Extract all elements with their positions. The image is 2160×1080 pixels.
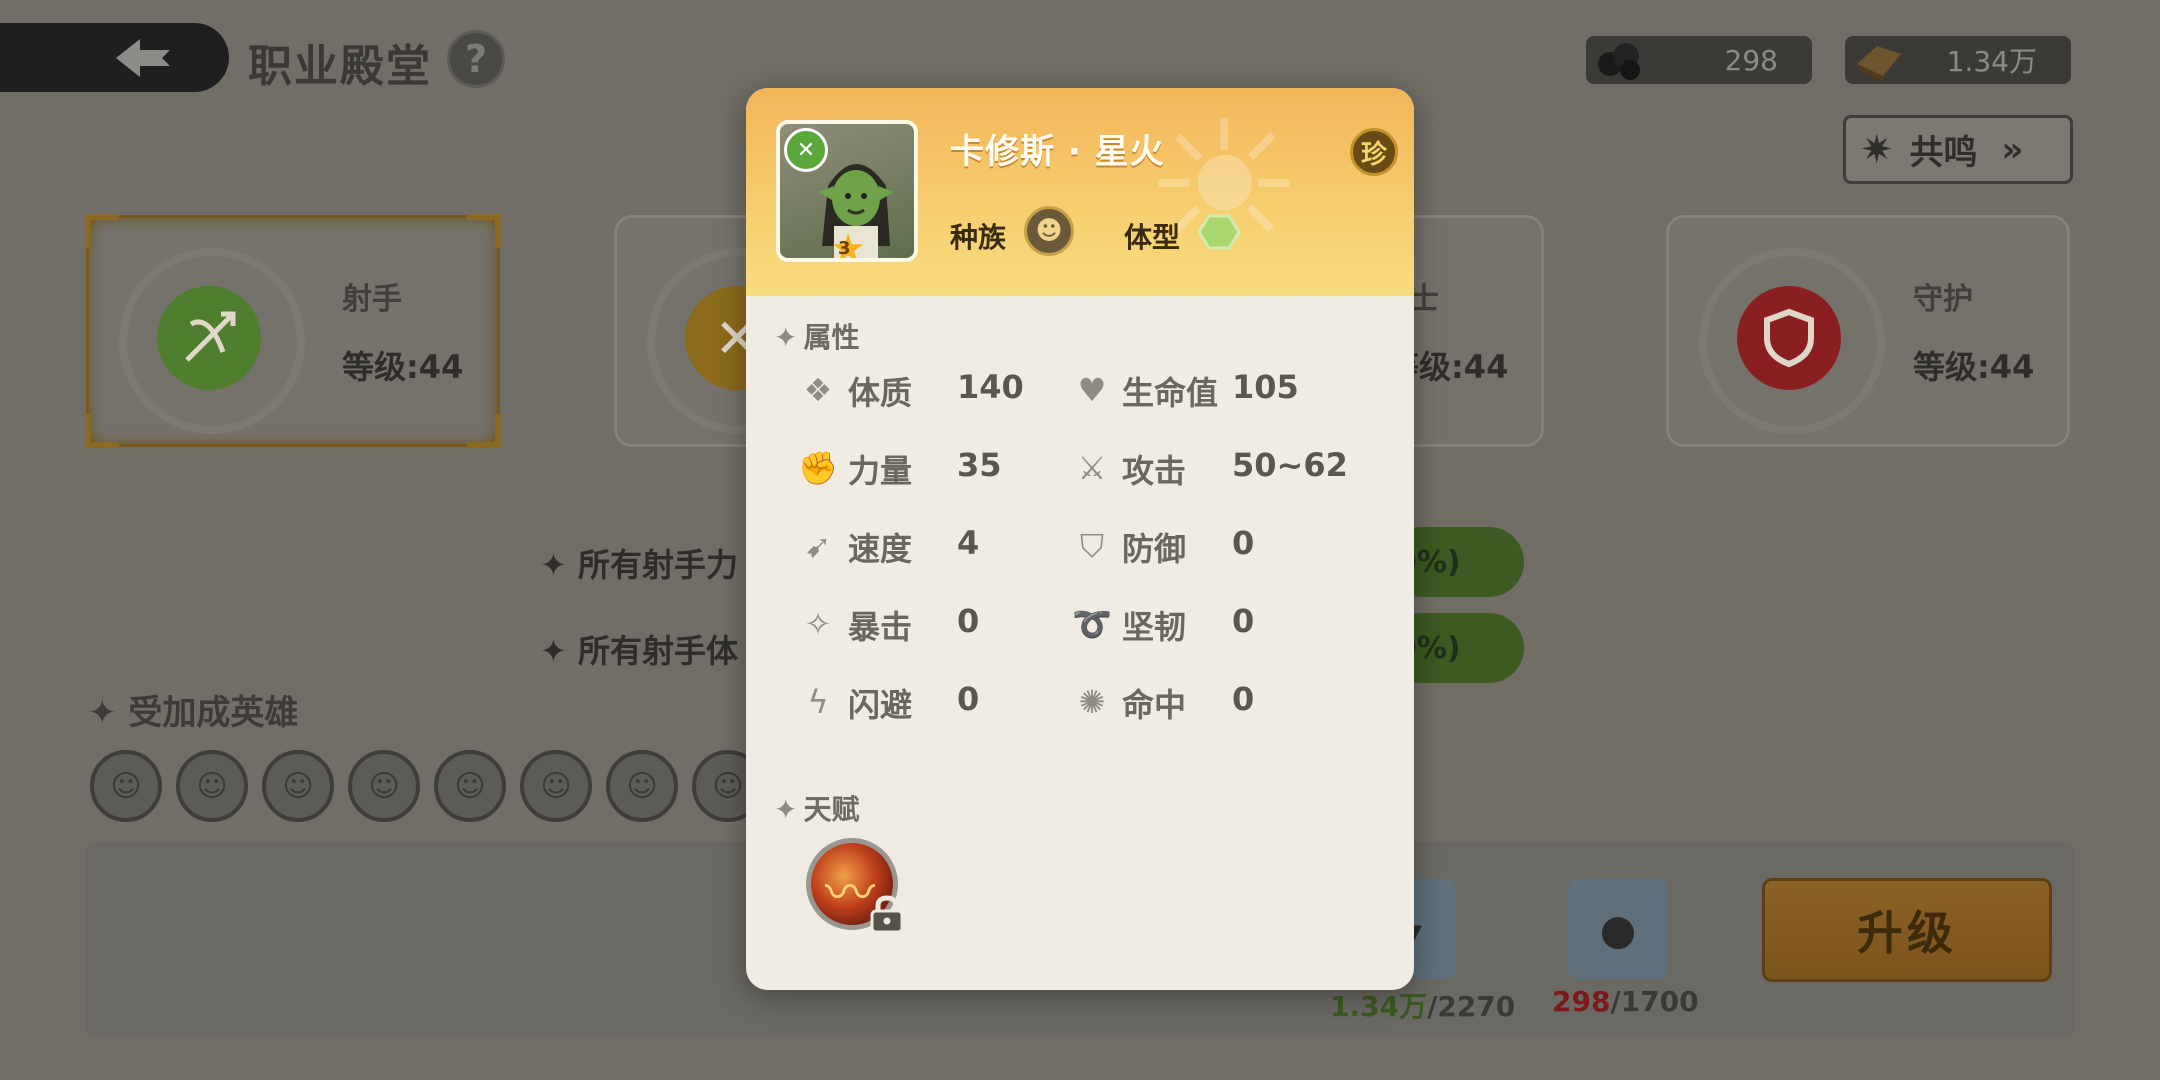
resonate-button[interactable]: ✷ 共鸣 » xyxy=(1843,115,2073,184)
stat-value: 4 xyxy=(957,524,980,562)
crit-icon: ✧ xyxy=(804,605,832,643)
hero-avatar[interactable]: ☺ xyxy=(348,750,420,822)
wood-resource: 1.34万 xyxy=(1845,36,2071,84)
ore-icon xyxy=(1594,34,1646,86)
help-button[interactable]: ? xyxy=(447,30,505,88)
ore-cost: 298/1700 xyxy=(1552,985,1699,1018)
hero-avatar[interactable]: ☺ xyxy=(176,750,248,822)
sparkle-icon: ✦ xyxy=(774,793,798,826)
star-level: 3 xyxy=(838,238,851,259)
upgrade-button[interactable]: 升级 xyxy=(1762,878,2052,982)
stat-value: 0 xyxy=(1232,680,1255,718)
hero-avatar[interactable]: ☺ xyxy=(520,750,592,822)
ore-resource: 298 xyxy=(1586,36,1812,84)
rarity-badge: 珍 xyxy=(1350,128,1398,176)
sparkle-icon: ✦ xyxy=(88,693,129,733)
class-name: 守护 xyxy=(1913,282,1973,317)
muscle-icon: ➰ xyxy=(1072,605,1112,643)
bow-icon xyxy=(157,286,261,390)
stat-label: 体质 xyxy=(848,374,913,412)
bonus-line-1: ✦ 所有射手力 xyxy=(540,546,738,584)
sun-emblem-icon: ☀ xyxy=(1143,88,1305,292)
race-icon[interactable]: ☻ xyxy=(1024,206,1074,256)
size-icon[interactable] xyxy=(1195,214,1243,250)
stat-label: 速度 xyxy=(848,530,913,568)
fist-icon: ✊ xyxy=(798,449,838,487)
class-name: 射手 xyxy=(342,282,402,317)
hero-name: 卡修斯 · 星火 xyxy=(950,132,1165,172)
stat-label: 生命值 xyxy=(1122,374,1219,412)
class-level: 等级:44 xyxy=(1913,348,2035,386)
hero-portrait: ✕ ★ 3 xyxy=(776,120,918,262)
wood-cost: 1.34万/2270 xyxy=(1330,990,1516,1023)
chevron-right-icon: » xyxy=(2001,129,2024,170)
stat-value: 35 xyxy=(957,446,1002,484)
class-card-archer[interactable]: 射手 等级:44 xyxy=(85,214,501,448)
attributes-title: ✦ 属性 xyxy=(774,321,860,354)
stat-label: 防御 xyxy=(1122,530,1187,568)
stat-value: 0 xyxy=(1232,524,1255,562)
hero-avatar[interactable]: ☺ xyxy=(262,750,334,822)
size-label: 体型 xyxy=(1124,221,1181,254)
boosted-heroes-title: ✦ 受加成英雄 xyxy=(88,693,299,733)
sparkle-icon: ✦ xyxy=(540,546,578,584)
heart-icon: ♥ xyxy=(1077,371,1107,409)
sparkle-icon: ✷ xyxy=(1860,126,1894,173)
ore-value: 298 xyxy=(1724,43,1778,77)
stat-label: 坚韧 xyxy=(1122,608,1187,646)
sword-icon: ⚔ xyxy=(1077,449,1107,487)
hero-avatar[interactable]: ☺ xyxy=(434,750,506,822)
resonate-label: 共鸣 xyxy=(1909,133,1978,173)
stat-label: 暴击 xyxy=(848,608,913,646)
lightning-icon: ϟ xyxy=(807,683,829,721)
bonus-line-2: ✦ 所有射手体 xyxy=(540,632,738,670)
target-icon: ✺ xyxy=(1078,683,1106,721)
hero-avatar[interactable]: ☺ xyxy=(90,750,162,822)
stat-value: 0 xyxy=(957,602,980,640)
stat-value: 50~62 xyxy=(1232,446,1348,484)
stat-label: 力量 xyxy=(848,452,913,490)
stat-label: 命中 xyxy=(1122,686,1187,724)
talent-title: ✦ 天赋 xyxy=(774,793,860,826)
shield-icon: ⛉ xyxy=(1079,526,1104,565)
wood-icon xyxy=(1853,34,1905,86)
stat-value: 0 xyxy=(957,680,980,718)
lock-icon xyxy=(870,895,904,934)
sparkle-icon: ✦ xyxy=(540,632,578,670)
wood-value: 1.34万 xyxy=(1946,45,2037,78)
stat-label: 闪避 xyxy=(848,686,913,724)
page-title: 职业殿堂 xyxy=(248,41,432,92)
back-arrow-icon xyxy=(115,38,170,77)
hero-avatar[interactable]: ☺ xyxy=(606,750,678,822)
stat-value: 105 xyxy=(1232,368,1299,406)
body-icon: ❖ xyxy=(803,371,833,409)
class-level: 等级:44 xyxy=(342,348,464,386)
speed-icon: ➹ xyxy=(804,527,832,565)
hero-detail-modal[interactable]: ☀ ✕ ★ 3 卡修斯 · 星火 珍 种族 ☻ 体型 ✦ 属性 ❖ 体质 140 … xyxy=(746,88,1414,990)
back-button[interactable] xyxy=(0,23,229,92)
ore-icon: ● xyxy=(1568,879,1668,979)
stat-value: 140 xyxy=(957,368,1024,406)
stat-value: 0 xyxy=(1232,602,1255,640)
class-card-guardian[interactable]: 守护 等级:44 xyxy=(1666,215,2070,447)
shield-icon xyxy=(1737,286,1841,390)
sparkle-icon: ✦ xyxy=(774,321,798,354)
stat-label: 攻击 xyxy=(1122,452,1187,490)
race-label: 种族 xyxy=(950,221,1007,254)
